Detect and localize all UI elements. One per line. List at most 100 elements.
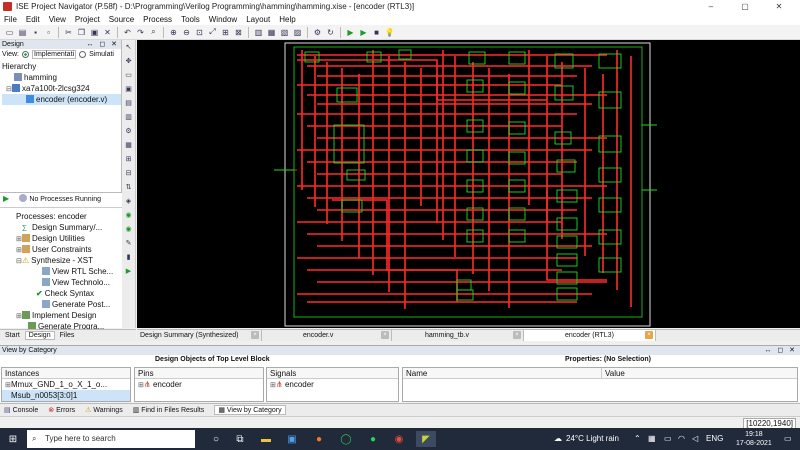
menu-layout[interactable]: Layout xyxy=(246,15,270,24)
battery-icon[interactable]: ▭ xyxy=(664,428,672,450)
task-switch-icon[interactable]: ⧉ xyxy=(232,431,248,447)
tab-warnings[interactable]: ⚠ Warnings xyxy=(85,406,123,414)
panel-controls[interactable]: ↔ ◻ ✕ xyxy=(86,40,119,49)
save-icon[interactable]: ▪ xyxy=(30,27,41,38)
open-icon[interactable]: ▤ xyxy=(17,27,28,38)
tab-design-summary[interactable]: Design Summary (Synthesized) × xyxy=(137,330,262,341)
rerun-all-icon[interactable]: ◉ xyxy=(124,224,134,234)
run-all-icon[interactable]: ▶ xyxy=(358,27,369,38)
tab-encoder-v[interactable]: encoder.v × xyxy=(262,330,392,341)
process-view-technology[interactable]: View Technolo... xyxy=(0,277,122,288)
edit-icon[interactable]: ✎ xyxy=(124,238,134,248)
language-indicator[interactable]: ENG xyxy=(706,428,723,450)
refresh-icon[interactable]: ↻ xyxy=(325,27,336,38)
rtl-schematic-canvas[interactable] xyxy=(137,40,800,328)
add-pin-icon[interactable]: ⊠ xyxy=(233,27,244,38)
new-file-icon[interactable]: ▭ xyxy=(4,27,15,38)
minimize-button[interactable]: – xyxy=(694,0,728,13)
ise-taskbar-icon[interactable]: ◤ xyxy=(416,431,436,447)
stop-icon[interactable]: ■ xyxy=(371,27,382,38)
tile-vertical-icon[interactable]: ▦ xyxy=(266,27,277,38)
rerun-icon[interactable]: ◉ xyxy=(124,210,134,220)
zoom-fit-icon[interactable]: ⤢ xyxy=(207,27,218,38)
add-source-icon[interactable]: ▭ xyxy=(124,70,134,80)
pins-list[interactable]: Pins ⊞⋔ encoder xyxy=(134,367,264,402)
menu-window[interactable]: Window xyxy=(209,15,237,24)
volume-icon[interactable]: ◁ xyxy=(692,428,698,450)
menu-help[interactable]: Help xyxy=(279,15,295,24)
find-icon[interactable]: ⌕ xyxy=(148,27,159,38)
close-tab-icon[interactable]: × xyxy=(645,331,653,339)
instances-list[interactable]: Instances ⊞Mmux_GND_1_o_X_1_o... Msub_n0… xyxy=(1,367,131,402)
tab-errors[interactable]: ⊗ Errors xyxy=(48,406,75,414)
chrome-icon[interactable]: ◉ xyxy=(391,431,407,447)
move-icon[interactable]: ✥ xyxy=(124,56,134,66)
zoom-selection-icon[interactable]: ⊞ xyxy=(220,27,231,38)
properties-icon[interactable]: ⚙ xyxy=(124,126,134,136)
properties-table[interactable]: Name Value xyxy=(402,367,798,402)
store-icon[interactable]: ▣ xyxy=(284,431,300,447)
float-icon[interactable]: ▨ xyxy=(292,27,303,38)
tab-hamming-tb[interactable]: hamming_tb.v × xyxy=(392,330,524,341)
spotify-icon[interactable]: ● xyxy=(365,431,381,447)
design-icon[interactable]: ◈ xyxy=(124,196,134,206)
clock[interactable]: 19:18 17-08-2021 xyxy=(736,430,772,448)
tray-chevron-icon[interactable]: ⌃ xyxy=(634,428,641,450)
cut-icon[interactable]: ✂ xyxy=(63,27,74,38)
add-copy-icon[interactable]: ▣ xyxy=(124,84,134,94)
simulation-radio[interactable] xyxy=(79,50,87,58)
run-process-icon[interactable]: ▶ xyxy=(124,266,134,276)
taskbar-search[interactable]: ⌕ Type here to search xyxy=(27,430,195,448)
simulation-label[interactable]: Simulati xyxy=(89,51,114,58)
process-user-constraints[interactable]: ⊞ User Constraints xyxy=(0,244,122,255)
zoom-out-icon[interactable]: ⊖ xyxy=(181,27,192,38)
signals-list[interactable]: Signals ⊞⋔ encoder xyxy=(266,367,399,402)
tab-view-by-category[interactable]: ▦ View by Category xyxy=(214,405,286,415)
task-view-icon[interactable]: ○ xyxy=(208,431,224,447)
implementation-label[interactable]: Implementati xyxy=(32,49,77,59)
process-design-summary[interactable]: Σ Design Summary/... xyxy=(0,222,122,233)
sort-icon[interactable]: ⇅ xyxy=(124,182,134,192)
pointer-icon[interactable]: ↖ xyxy=(124,42,134,52)
close-tab-icon[interactable]: × xyxy=(513,331,521,339)
tab-design[interactable]: Design xyxy=(24,331,55,340)
close-button[interactable]: ✕ xyxy=(762,0,796,13)
save-all-icon[interactable]: ▫ xyxy=(43,27,54,38)
file-explorer-icon[interactable]: ▬ xyxy=(258,431,274,447)
tab-start[interactable]: Start xyxy=(2,332,23,339)
instance-row[interactable]: Msub_n0053[3:0]1 xyxy=(2,390,130,401)
instance-row[interactable]: ⊞Mmux_GND_1_o_X_1_o... xyxy=(2,379,130,390)
wifi-icon[interactable]: ◠ xyxy=(678,428,685,450)
process-synthesize[interactable]: ⊟⚠ Synthesize - XST xyxy=(0,255,122,266)
zoom-full-icon[interactable]: ⊡ xyxy=(194,27,205,38)
paste-icon[interactable]: ▣ xyxy=(89,27,100,38)
run-icon[interactable]: ▶ xyxy=(345,27,356,38)
process-view-rtl[interactable]: View RTL Sche... xyxy=(0,266,122,277)
pin-row[interactable]: ⊞⋔ encoder xyxy=(135,379,263,390)
menu-view[interactable]: View xyxy=(49,15,66,24)
tree-item-device[interactable]: ⊟ xa7a100t-2lcsg324 xyxy=(2,83,121,94)
cascade-icon[interactable]: ▧ xyxy=(279,27,290,38)
process-generate-post[interactable]: Generate Post... xyxy=(0,299,122,310)
view-icon[interactable]: ▤ xyxy=(124,98,134,108)
copy-icon[interactable]: ❐ xyxy=(76,27,87,38)
panel-controls[interactable]: ↔ ◻ ✕ xyxy=(764,346,797,355)
tile-icon[interactable]: ▥ xyxy=(253,27,264,38)
menu-edit[interactable]: Edit xyxy=(26,15,40,24)
tab-encoder-rtl[interactable]: encoder (RTL3) × xyxy=(524,330,656,341)
process-design-utilities[interactable]: ⊞ Design Utilities xyxy=(0,233,122,244)
close-tab-icon[interactable]: × xyxy=(381,331,389,339)
whatsapp-icon[interactable]: ◯ xyxy=(338,431,354,447)
tree-item-project[interactable]: hamming xyxy=(2,72,121,83)
maximize-button[interactable]: ▢ xyxy=(728,0,762,13)
windows-start-icon[interactable]: ⊞ xyxy=(5,431,21,447)
menu-project[interactable]: Project xyxy=(75,15,100,24)
firefox-icon[interactable]: ● xyxy=(311,431,327,447)
tab-find-in-files[interactable]: ▥ Find in Files Results xyxy=(133,406,205,414)
menu-process[interactable]: Process xyxy=(143,15,172,24)
settings-icon[interactable]: ⚙ xyxy=(312,27,323,38)
implementation-radio[interactable] xyxy=(22,50,29,58)
redo-icon[interactable]: ↷ xyxy=(135,27,146,38)
process-implement-design[interactable]: ⊞ Implement Design xyxy=(0,310,122,321)
tree-item-encoder[interactable]: encoder (encoder.v) xyxy=(2,94,121,105)
